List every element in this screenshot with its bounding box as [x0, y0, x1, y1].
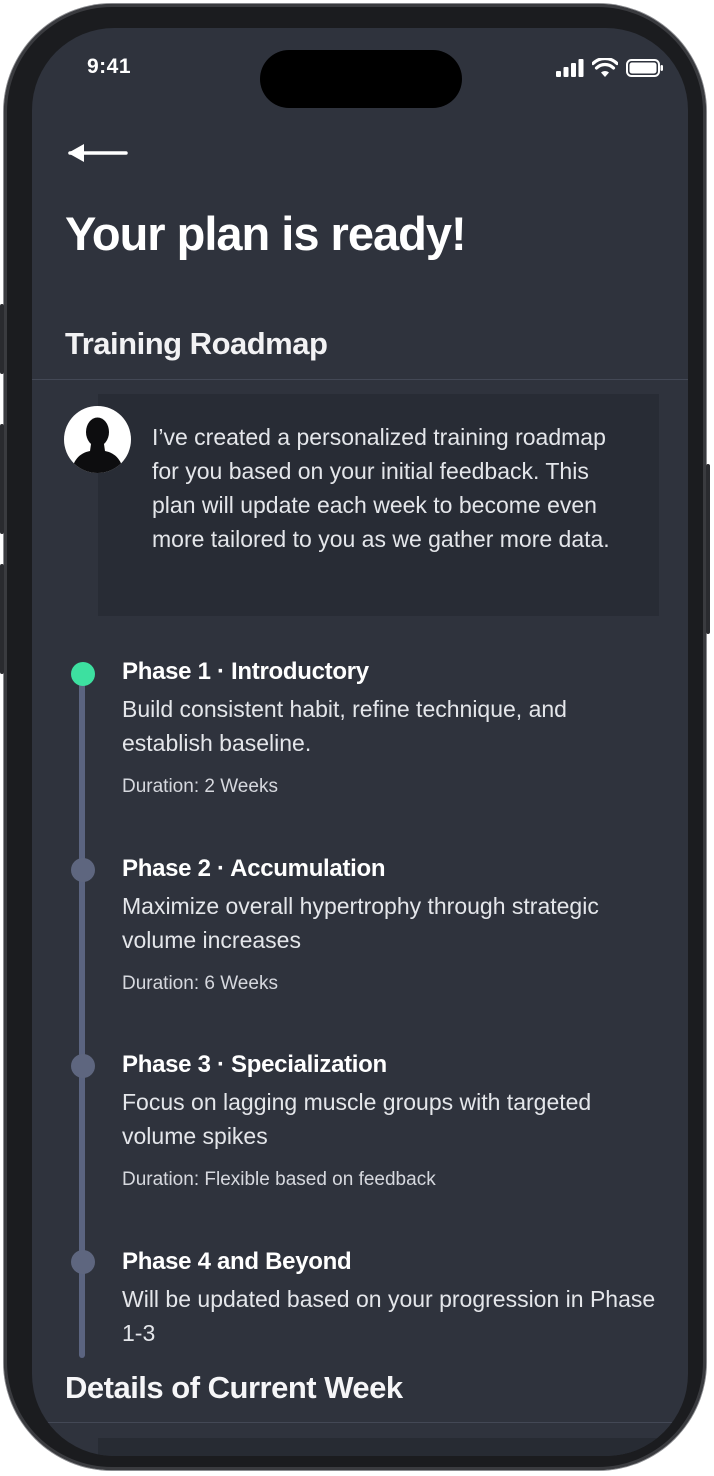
phase-description: Focus on lagging muscle groups with targ…	[122, 1089, 592, 1149]
phase-4-indicator-dot	[71, 1250, 95, 1274]
coach-message-card: I’ve created a personalized training roa…	[98, 394, 659, 616]
phase-3-indicator-dot	[71, 1054, 95, 1078]
current-week-heading: Details of Current Week	[65, 1370, 403, 1405]
roadmap-divider	[32, 379, 688, 380]
volume-down-button	[0, 564, 4, 674]
status-bar: 9:41	[32, 28, 688, 108]
phase-duration: Duration: 6 Weeks	[122, 973, 278, 994]
app-screen: 9:41 Your plan is ready! Training Roadma…	[32, 28, 688, 1456]
phase-description: Maximize overall hypertrophy through str…	[122, 893, 599, 953]
phase-title: Phase 1 · Introductory	[122, 658, 369, 685]
phase-duration: Duration: 2 Weeks	[122, 776, 278, 797]
phase-title: Phase 3 · Specialization	[122, 1051, 387, 1078]
coach-message-text: I’ve created a personalized training roa…	[152, 424, 610, 552]
phase-3-item: Phase 3 · Specialization Focus on laggin…	[122, 1051, 662, 1191]
phase-2-item: Phase 2 · Accumulation Maximize overall …	[122, 855, 662, 995]
status-icons	[556, 58, 664, 78]
phone-frame: 9:41 Your plan is ready! Training Roadma…	[0, 4, 710, 1470]
current-week-card	[98, 1438, 659, 1456]
battery-icon	[626, 59, 663, 77]
phase-title: Phase 4 and Beyond	[122, 1248, 352, 1275]
dynamic-island	[260, 50, 462, 108]
user-silhouette-icon	[71, 417, 124, 473]
phase-2-indicator-dot	[71, 858, 95, 882]
phase-title: Phase 2 · Accumulation	[122, 855, 386, 882]
arrow-left-icon[interactable]	[64, 138, 128, 168]
wifi-icon	[592, 58, 618, 77]
phase-description: Will be updated based on your progressio…	[122, 1286, 656, 1346]
phase-1-indicator-dot	[71, 662, 95, 686]
coach-avatar	[64, 406, 131, 473]
phase-duration: Duration: Flexible based on feedback	[122, 1169, 436, 1190]
page-title: Your plan is ready!	[65, 207, 467, 260]
current-week-divider	[32, 1422, 688, 1423]
power-button	[706, 464, 710, 634]
training-roadmap-heading: Training Roadmap	[65, 326, 328, 361]
status-time: 9:41	[87, 55, 132, 78]
cellular-signal-icon	[556, 59, 584, 77]
volume-up-button	[0, 424, 4, 534]
phase-4-item: Phase 4 and Beyond Will be updated based…	[122, 1248, 662, 1350]
phase-description: Build consistent habit, refine technique…	[122, 696, 567, 756]
phase-1-item: Phase 1 · Introductory Build consistent …	[122, 658, 662, 798]
silent-switch	[0, 304, 4, 374]
